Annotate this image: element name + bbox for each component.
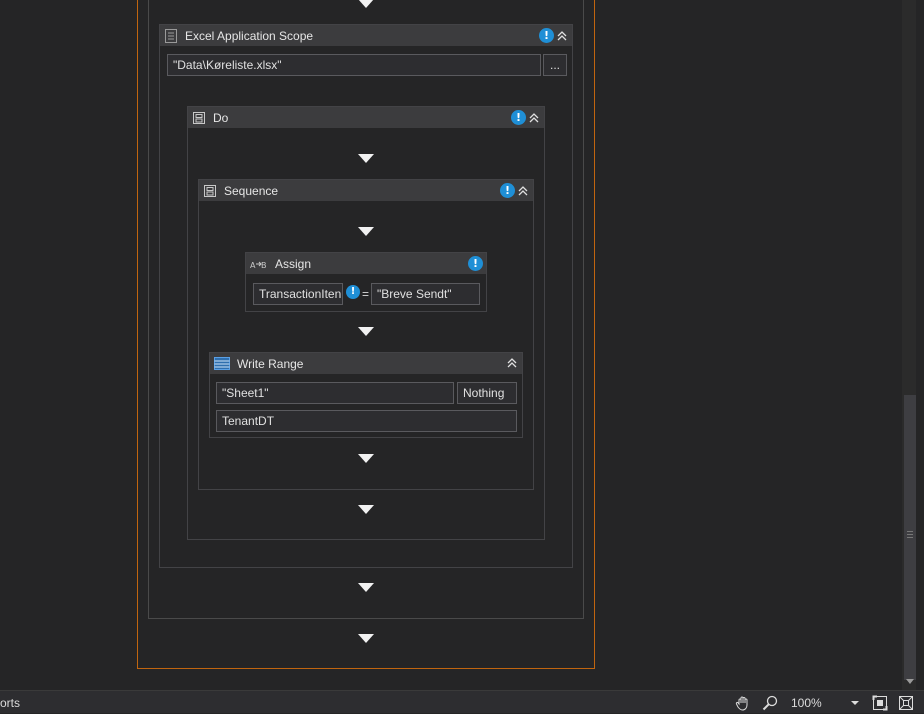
- flow-arrow: [358, 634, 374, 643]
- zoom-dropdown-icon[interactable]: [851, 701, 859, 705]
- excel-scope-icon: [164, 28, 178, 43]
- overview-icon[interactable]: [898, 695, 914, 714]
- collapse-chevron-icon[interactable]: [505, 356, 519, 370]
- assign-value-input[interactable]: "Breve Sendt": [371, 283, 480, 305]
- sheet-name-input[interactable]: "Sheet1": [216, 382, 454, 404]
- magnifier-icon[interactable]: [762, 695, 778, 714]
- collapse-chevron-icon[interactable]: [555, 29, 569, 43]
- workbook-path-input[interactable]: "Data\Køreliste.xlsx": [167, 54, 541, 76]
- table-icon: [214, 357, 230, 371]
- do-title: Do: [213, 110, 229, 125]
- flow-arrow: [358, 154, 374, 163]
- assign-activity[interactable]: AB Assign ! TransactionIten ! = "Breve S…: [245, 252, 487, 312]
- warning-icon[interactable]: !: [468, 256, 483, 271]
- scroll-down-icon[interactable]: [906, 679, 914, 684]
- sequence-icon: [192, 111, 206, 125]
- start-range-input[interactable]: Nothing: [457, 382, 517, 404]
- do-header[interactable]: Do !: [188, 107, 544, 128]
- scrollbar-thumb[interactable]: [904, 395, 916, 680]
- fit-screen-icon[interactable]: [872, 695, 888, 714]
- hand-pan-icon[interactable]: [735, 695, 751, 714]
- warning-icon[interactable]: !: [511, 110, 526, 125]
- browse-button[interactable]: ...: [543, 54, 567, 76]
- statusbar-left-text[interactable]: orts: [0, 696, 20, 710]
- flow-arrow: [358, 505, 374, 514]
- sequence-title: Sequence: [224, 183, 279, 198]
- sequence-icon: [203, 184, 217, 198]
- write-range-activity[interactable]: Write Range "Sheet1" Nothing TenantDT: [209, 352, 523, 438]
- zoom-level[interactable]: 100%: [791, 696, 822, 710]
- write-range-header[interactable]: Write Range: [210, 353, 522, 374]
- collapse-chevron-icon[interactable]: [527, 111, 541, 125]
- svg-text:B: B: [261, 261, 267, 270]
- sequence-header[interactable]: Sequence !: [199, 180, 533, 201]
- assign-to-input[interactable]: TransactionIten: [253, 283, 343, 305]
- warning-icon[interactable]: !: [500, 183, 515, 198]
- warning-icon[interactable]: !: [346, 285, 360, 299]
- assign-icon: AB: [250, 257, 268, 271]
- collapse-chevron-icon[interactable]: [516, 184, 530, 198]
- assign-equals: =: [362, 287, 370, 301]
- flow-arrow: [358, 227, 374, 236]
- datatable-input[interactable]: TenantDT: [216, 410, 517, 432]
- flow-arrow: [358, 327, 374, 336]
- designer-statusbar: orts 100%: [0, 690, 924, 713]
- flow-arrow: [358, 583, 374, 592]
- excel-scope-header[interactable]: Excel Application Scope !: [160, 25, 572, 46]
- write-range-title: Write Range: [237, 356, 304, 371]
- excel-scope-title: Excel Application Scope: [185, 28, 314, 43]
- flow-arrow: [358, 454, 374, 463]
- svg-text:A: A: [250, 261, 256, 270]
- assign-header[interactable]: AB Assign !: [246, 253, 486, 274]
- warning-icon[interactable]: !: [539, 28, 554, 43]
- assign-title: Assign: [275, 256, 312, 271]
